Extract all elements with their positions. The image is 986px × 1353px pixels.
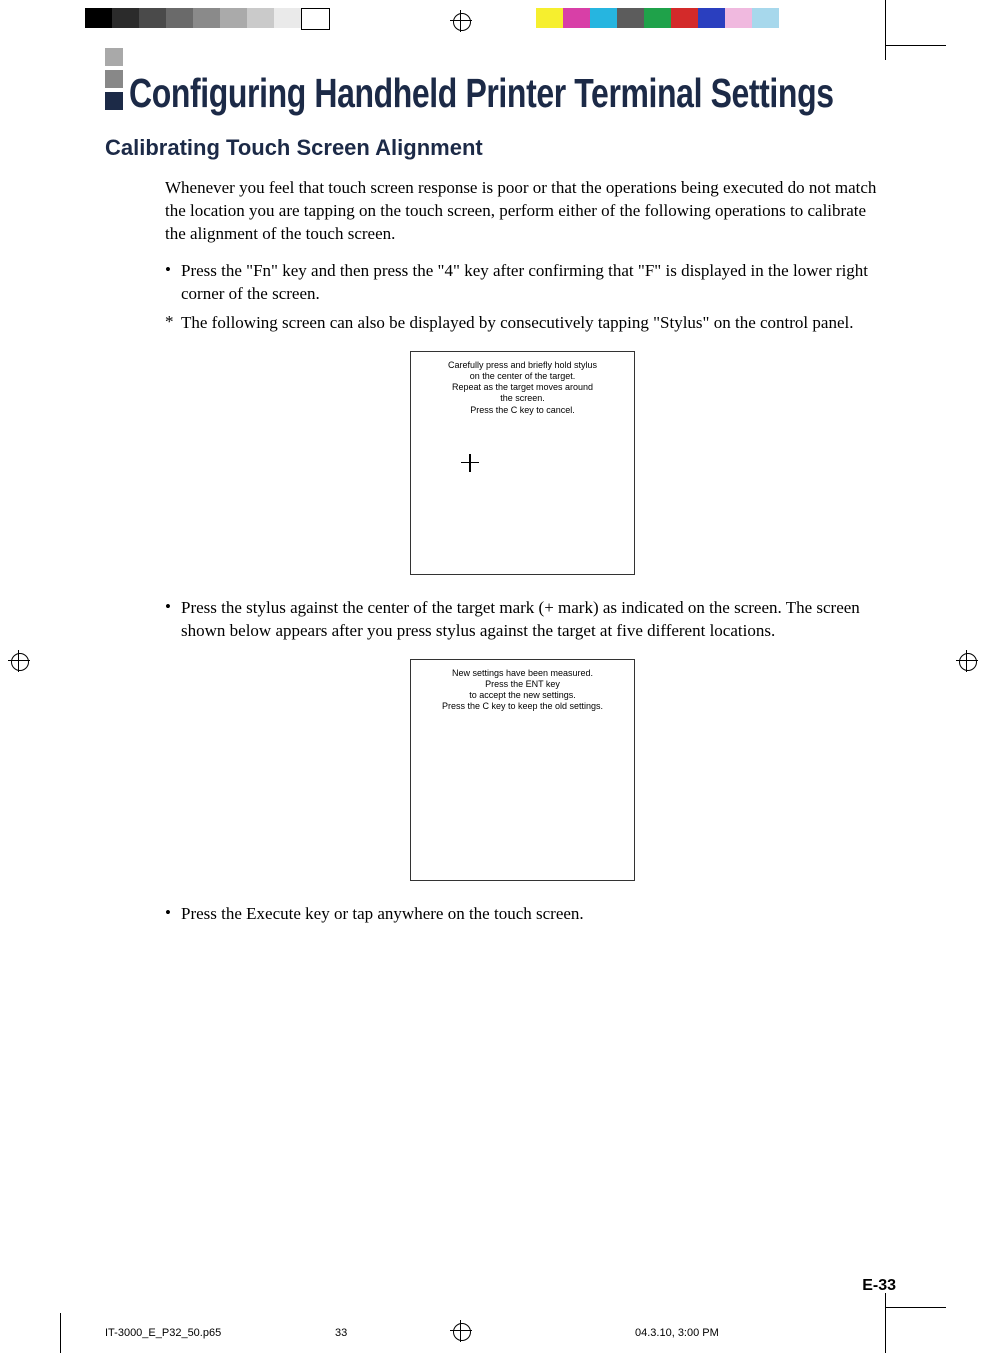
crop-mark <box>885 1293 886 1353</box>
screen-text: Press the C key to cancel. <box>411 405 634 416</box>
bullet-text: Press the stylus against the center of t… <box>181 597 880 643</box>
footer-filename: IT-3000_E_P32_50.p65 <box>105 1327 335 1339</box>
registration-mark-icon <box>450 10 472 32</box>
crop-mark <box>60 1313 61 1353</box>
screen-text: the screen. <box>411 393 634 404</box>
page-title: Configuring Handheld Printer Terminal Se… <box>129 70 834 117</box>
list-item: * The following screen can also be displ… <box>165 312 880 335</box>
calibration-screen-1: Carefully press and briefly hold stylus … <box>410 351 635 575</box>
list-item: • Press the Execute key or tap anywhere … <box>165 903 880 926</box>
bullet-mark: • <box>165 260 181 306</box>
intro-paragraph: Whenever you feel that touch screen resp… <box>165 177 880 246</box>
bullet-mark: • <box>165 597 181 643</box>
list-item: • Press the "Fn" key and then press the … <box>165 260 880 306</box>
calibration-screen-2: New settings have been measured. Press t… <box>410 659 635 881</box>
list-item: • Press the stylus against the center of… <box>165 597 880 643</box>
print-footer: IT-3000_E_P32_50.p65 33 04.3.10, 3:00 PM <box>105 1327 905 1339</box>
registration-mark-icon <box>956 650 978 672</box>
page-number: E-33 <box>862 1277 896 1295</box>
bullet-mark: * <box>165 312 181 335</box>
bullet-text: The following screen can also be display… <box>181 312 853 335</box>
screen-text: Press the ENT key <box>411 679 634 690</box>
crosshair-icon <box>461 454 479 472</box>
registration-mark-icon <box>8 650 30 672</box>
footer-sheet: 33 <box>335 1327 415 1339</box>
bullet-text: Press the "Fn" key and then press the "4… <box>181 260 880 306</box>
crop-mark <box>886 1307 946 1308</box>
screen-text: Press the C key to keep the old settings… <box>411 701 634 712</box>
color-bar-left <box>85 8 330 28</box>
screen-text: Carefully press and briefly hold stylus <box>411 360 634 371</box>
screen-text: New settings have been measured. <box>411 668 634 679</box>
crop-mark <box>886 45 946 46</box>
screen-text: on the center of the target. <box>411 371 634 382</box>
footer-timestamp: 04.3.10, 3:00 PM <box>635 1327 719 1339</box>
title-bullet-squares <box>105 48 123 114</box>
bullet-text: Press the Execute key or tap anywhere on… <box>181 903 584 926</box>
screen-text: to accept the new settings. <box>411 690 634 701</box>
bullet-mark: • <box>165 903 181 926</box>
screen-text: Repeat as the target moves around <box>411 382 634 393</box>
section-heading: Calibrating Touch Screen Alignment <box>105 135 905 161</box>
color-bar-right <box>536 8 779 28</box>
